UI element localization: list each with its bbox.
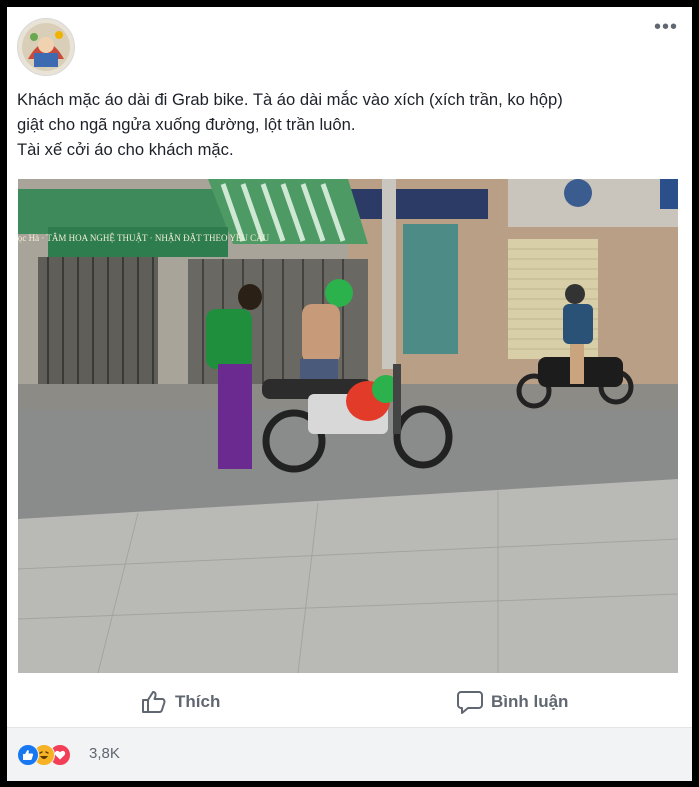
like-label: Thích — [175, 692, 221, 711]
reaction-icons[interactable] — [17, 744, 87, 766]
post-card: ••• Khách mặc áo dài đi Grab bike. Tà áo… — [7, 7, 692, 781]
post-text-line: Tài xế cởi áo cho khách mặc. — [17, 140, 234, 159]
comment-bubble-icon — [457, 691, 483, 714]
action-bar: Thích Bình luận — [7, 678, 692, 726]
post-photo[interactable]: Ngọc Hà · TÂM HOA NGHỆ THUẬT · NHẬN ĐẶT … — [18, 179, 678, 673]
comment-label: Bình luận — [491, 692, 569, 711]
shop-sign-text: Ngọc Hà · TÂM HOA NGHỆ THUẬT · NHẬN ĐẶT … — [18, 233, 270, 243]
thumbs-up-icon — [142, 691, 166, 713]
like-icon — [17, 744, 39, 766]
comment-button[interactable]: Bình luận — [457, 688, 568, 716]
street-scene-image: Ngọc Hà · TÂM HOA NGHỆ THUẬT · NHẬN ĐẶT … — [18, 179, 678, 673]
like-button[interactable]: Thích — [141, 688, 220, 716]
reactions-bar: 3,8K — [7, 727, 692, 781]
author-avatar[interactable] — [17, 18, 75, 76]
more-options-button[interactable]: ••• — [654, 17, 678, 37]
post-text-line: giật cho ngã ngửa xuống đường, lột trần … — [17, 115, 356, 134]
post-text-line: Khách mặc áo dài đi Grab bike. Tà áo dài… — [17, 90, 563, 109]
reaction-count[interactable]: 3,8K — [89, 745, 120, 762]
post-text: Khách mặc áo dài đi Grab bike. Tà áo dài… — [17, 87, 677, 162]
